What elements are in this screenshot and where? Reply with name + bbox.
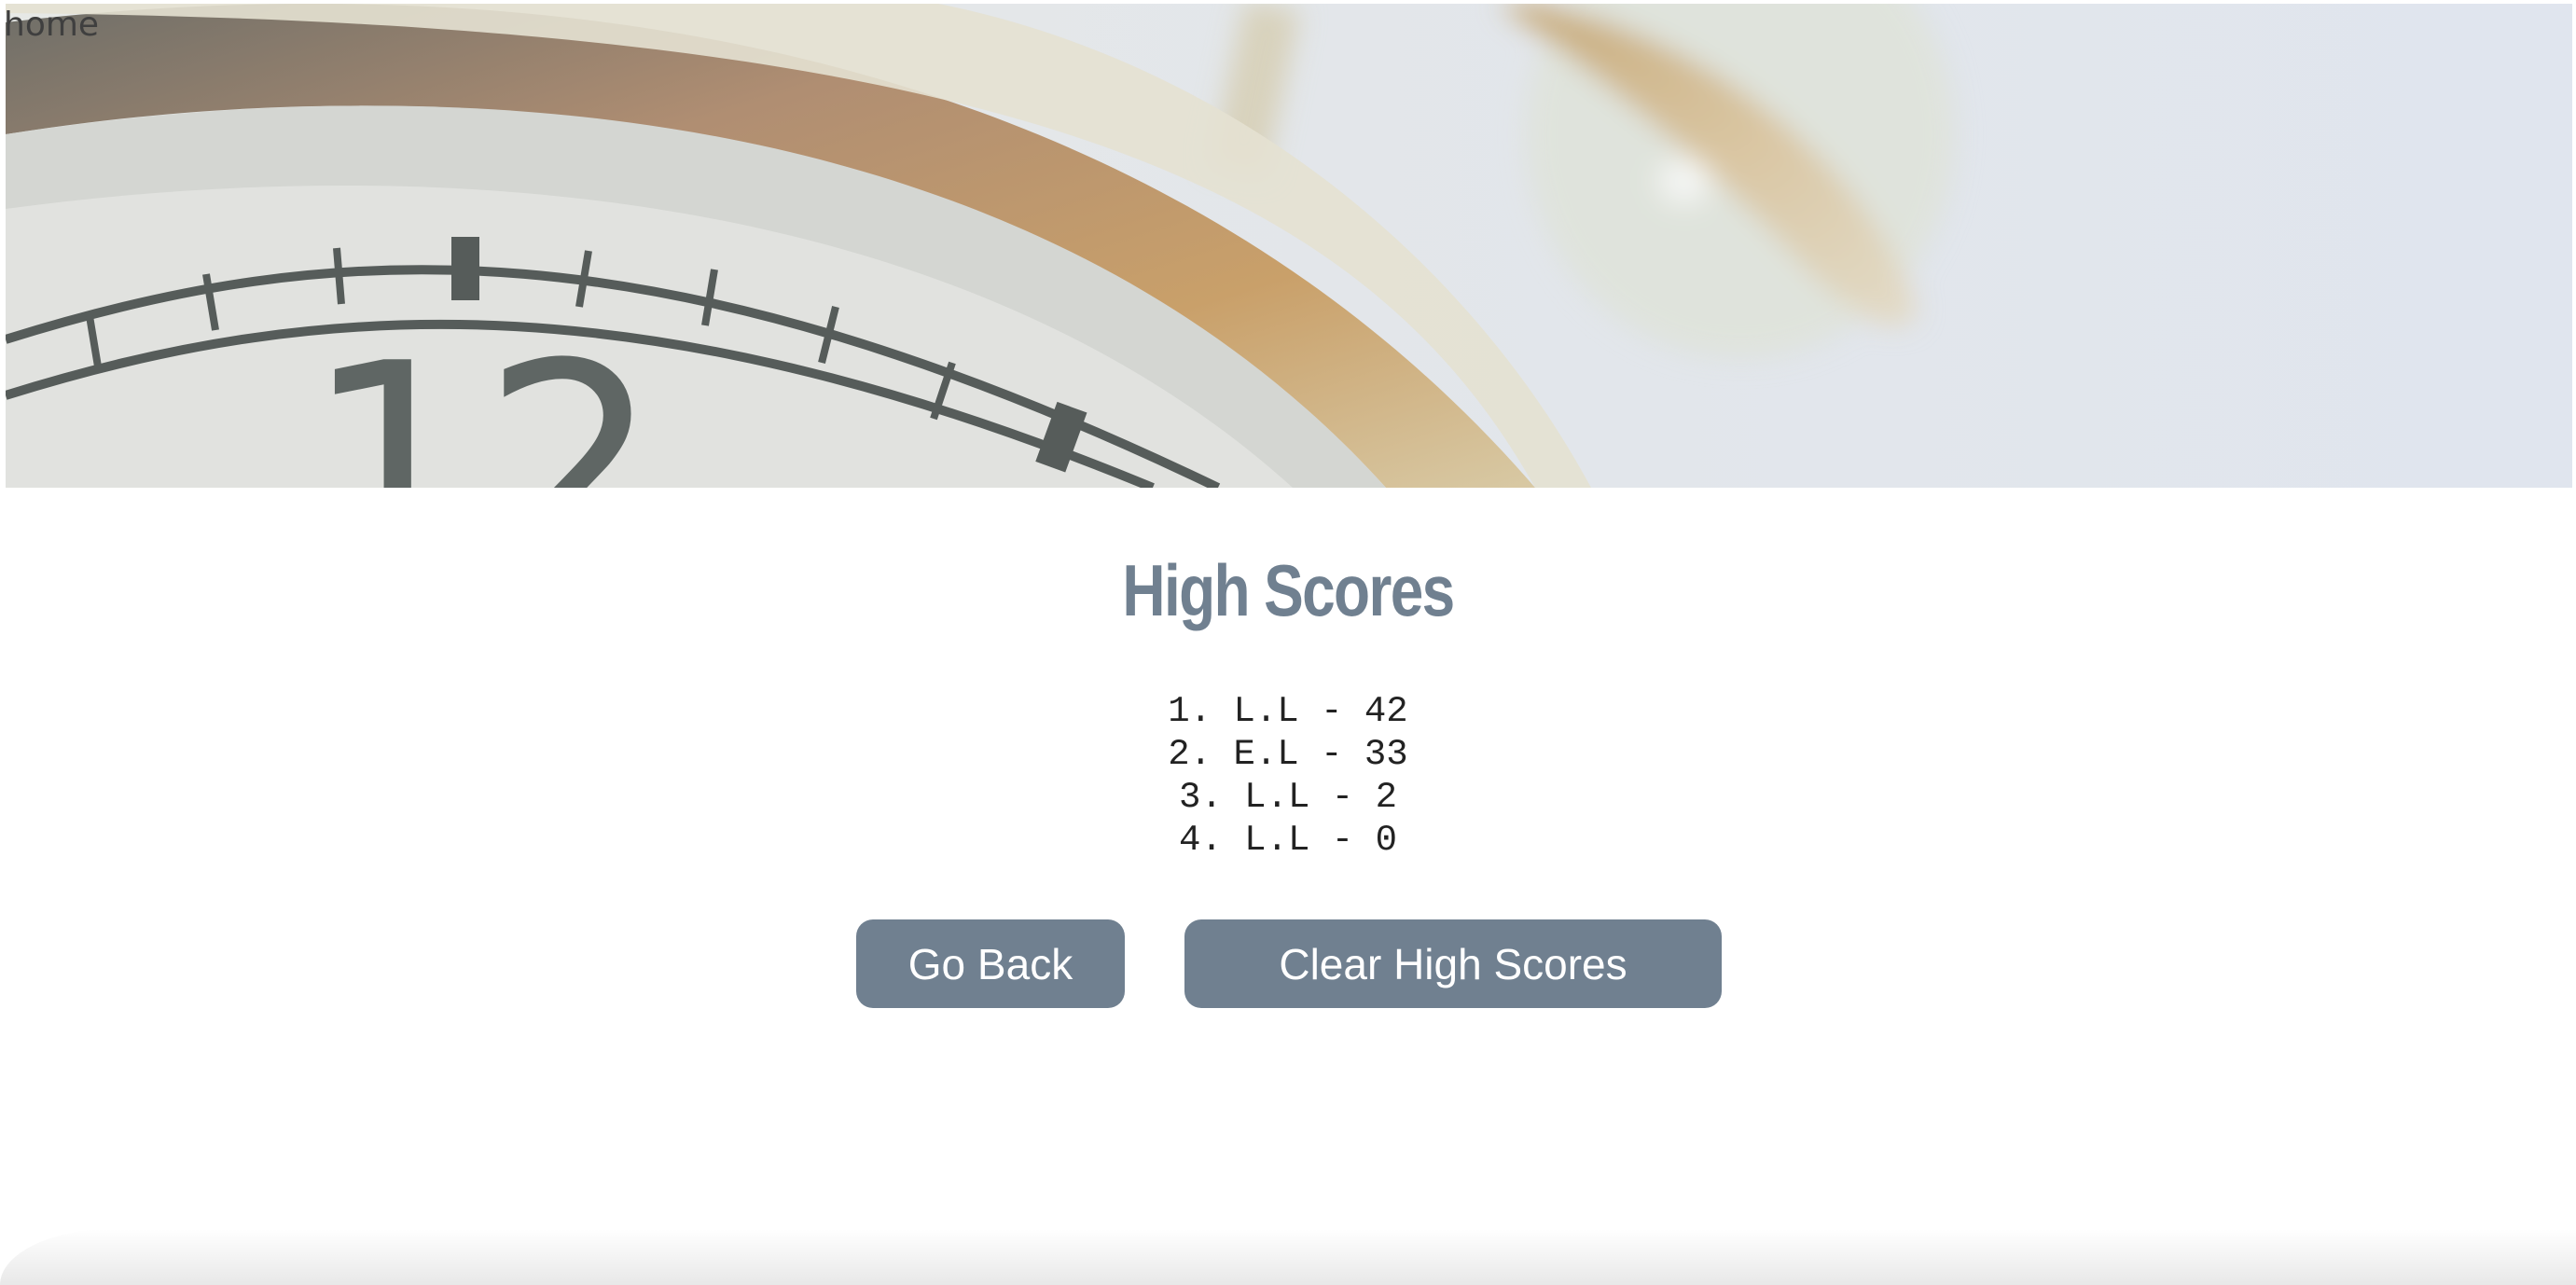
clear-high-scores-button[interactable]: Clear High Scores	[1184, 919, 1722, 1008]
score-item: 1. L.L - 42	[1168, 691, 1408, 732]
hero-banner-image: 12	[6, 4, 2572, 488]
score-item: 3. L.L - 2	[1178, 777, 1398, 818]
score-item: 2. E.L - 33	[1168, 734, 1408, 775]
home-link[interactable]: home	[4, 6, 99, 44]
go-back-button[interactable]: Go Back	[856, 919, 1125, 1008]
score-item: 4. L.L - 0	[1178, 820, 1398, 861]
alarm-clock-illustration: 12	[6, 4, 2572, 488]
page-title: High Scores	[1122, 549, 1455, 631]
high-scores-list: 1. L.L - 42 2. E.L - 33 3. L.L - 2 4. L.…	[0, 690, 2576, 862]
clock-numeral: 12	[304, 304, 660, 488]
bottom-shadow	[0, 1229, 2576, 1285]
